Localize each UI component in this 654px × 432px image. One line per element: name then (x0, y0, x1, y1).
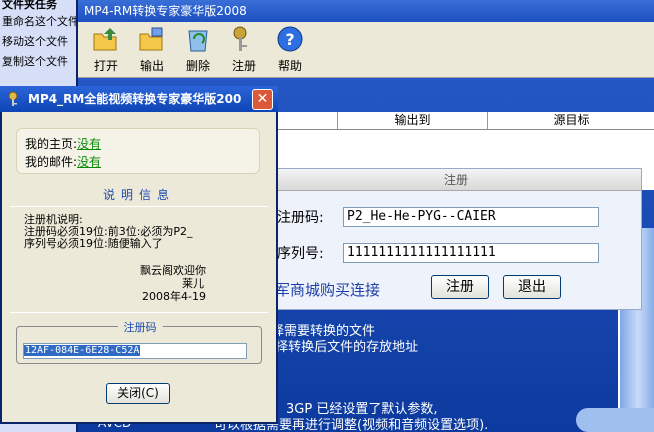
column-header-output[interactable]: 输出到 (338, 112, 488, 129)
register-panel: 注册 注册码: P2_He-He-PYG--CAIER 序列号: 1111111… (270, 168, 642, 310)
exit-button[interactable]: 退出 (503, 275, 561, 299)
keygen-description: 注册机说明: 注册码必须19位:前3位:必须为P2_ 序列号必须19位:随便输入… (24, 214, 193, 250)
output-folder-icon (137, 24, 167, 54)
key-icon (229, 24, 259, 54)
serial-label: 序列号: (277, 246, 324, 262)
main-toolbar: 打开 输出 删除 注册 ? 帮助 (78, 22, 654, 78)
section-title-info: 说明信息 (102, 188, 175, 202)
register-code-input[interactable]: P2_He-He-PYG--CAIER (343, 207, 599, 227)
output-button[interactable]: 输出 (132, 24, 172, 77)
register-code-label: 注册码: (277, 210, 324, 226)
email-link[interactable]: 没有 (77, 155, 101, 169)
recycle-bin-icon (183, 24, 213, 54)
generated-code-field[interactable]: 12AF-084E-6E28-C52A (23, 343, 247, 359)
homepage-row: 我的主页:没有 (25, 135, 101, 152)
divider (10, 206, 268, 207)
email-label: 我的邮件: (25, 155, 78, 169)
serial-input[interactable]: 1111111111111111111 (343, 243, 599, 263)
email-row: 我的邮件:没有 (25, 153, 101, 170)
signature-date: 2008年4-19 (142, 290, 206, 303)
signature-line-2: 莱儿 (182, 277, 204, 290)
purchase-link[interactable]: 军商城购买连接 (275, 279, 380, 300)
generated-code-group: 注册码 12AF-084E-6E28-C52A (16, 321, 262, 364)
open-button[interactable]: 打开 (86, 24, 126, 77)
register-submit-button[interactable]: 注册 (431, 275, 489, 299)
open-folder-icon (91, 24, 121, 54)
homepage-link[interactable]: 没有 (77, 137, 101, 151)
author-info-box: 我的主页:没有 我的邮件:没有 (16, 128, 260, 174)
desc-line-3: 序列号必须19位:随便输入了 (24, 237, 163, 250)
register-label: 注册 (231, 59, 256, 73)
explorer-task-move[interactable]: 移动这个文件 (0, 32, 80, 52)
close-icon[interactable]: ✕ (252, 89, 273, 110)
delete-label: 删除 (185, 59, 210, 73)
generated-code-value: 12AF-084E-6E28-C52A (24, 345, 141, 356)
close-button[interactable]: 关闭(C) (106, 383, 170, 404)
delete-button[interactable]: 删除 (178, 24, 218, 77)
homepage-label: 我的主页: (25, 137, 78, 151)
help-label: 帮助 (277, 59, 302, 73)
serial-row: 序列号: 1111111111111111111 (277, 243, 599, 263)
register-code-row: 注册码: P2_He-He-PYG--CAIER (277, 207, 599, 227)
generated-code-title-text: 注册码 (117, 321, 163, 334)
explorer-task-copy[interactable]: 复制这个文件 (0, 52, 80, 72)
register-button[interactable]: 注册 (224, 24, 264, 77)
register-panel-title: 注册 (271, 169, 641, 191)
help-button[interactable]: ? 帮助 (270, 24, 310, 77)
instruction-steps: 选择需要转换的文件 ,选择转换后文件的存放地址 (258, 324, 418, 356)
output-label: 输出 (139, 59, 164, 73)
key-icon (8, 91, 24, 107)
main-window-title: MP4-RM转换专家豪华版2008 (78, 0, 654, 22)
signature-line-1: 飘云阁欢迎你 (140, 264, 206, 277)
generated-code-title: 注册码 (17, 319, 263, 335)
help-icon: ? (275, 24, 305, 54)
open-label: 打开 (93, 59, 118, 73)
explorer-task-rename[interactable]: 重命名这个文件 (0, 12, 80, 32)
column-header-source[interactable]: 源目标 (488, 112, 654, 129)
svg-text:?: ? (285, 30, 294, 49)
step-select-file: 选择需要转换的文件 (258, 324, 376, 339)
step-select-output: ,选择转换后文件的存放地址 (258, 340, 419, 355)
desktop: 文件夹任务 重命名这个文件 移动这个文件 复制这个文件 MP4-RM转换专家豪华… (0, 0, 654, 432)
keygen-dialog-title: MP4_RM全能视频转换专家豪华版200 (0, 86, 278, 112)
phone-graphic-2 (576, 408, 654, 432)
divider (10, 312, 268, 313)
keygen-dialog: MP4_RM全能视频转换专家豪华版200 ✕ 我的主页:没有 我的邮件:没有 说… (0, 86, 278, 424)
explorer-task-header: 文件夹任务 (2, 0, 57, 11)
